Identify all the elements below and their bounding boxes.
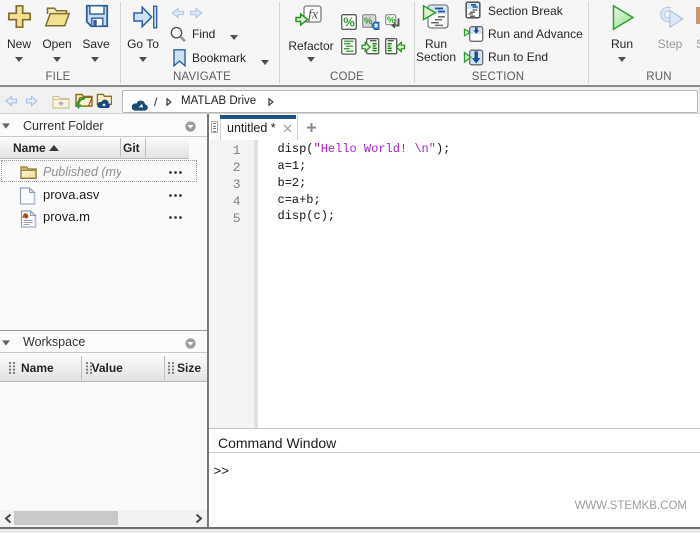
svg-text:%: % bbox=[343, 15, 355, 30]
svg-text:fx: fx bbox=[308, 8, 319, 23]
